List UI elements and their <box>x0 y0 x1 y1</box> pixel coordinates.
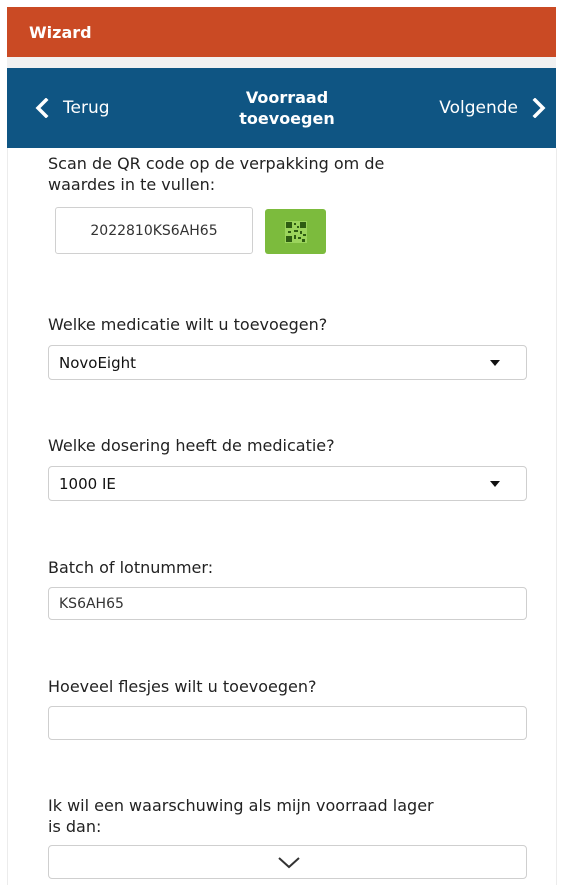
qr-code-icon <box>284 220 307 243</box>
quantity-input[interactable] <box>48 706 527 740</box>
qr-code-input[interactable]: 2022810KS6AH65 <box>55 207 253 254</box>
medication-select[interactable]: NovoEight <box>48 345 527 380</box>
caret-down-icon <box>490 480 500 487</box>
page-title-line1: Voorraad <box>245 88 329 107</box>
dosage-selected-value: 1000 IE <box>59 474 116 493</box>
dosage-select[interactable]: 1000 IE <box>48 466 527 501</box>
wizard-nav-bar: Terug Voorraad toevoegen Volgende <box>7 68 556 148</box>
caret-down-icon <box>490 359 500 366</box>
back-button[interactable]: Terug <box>33 68 110 148</box>
header-divider <box>7 57 556 68</box>
quantity-label: Hoeveel flesjes wilt u toevoegen? <box>48 677 317 696</box>
scan-qr-button[interactable] <box>265 209 326 254</box>
warning-label: Ik wil een waarschuwing als mijn voorraa… <box>48 795 434 837</box>
chevron-right-icon <box>532 98 546 118</box>
batch-value: KS6AH65 <box>59 595 124 612</box>
chevron-left-icon <box>35 98 49 118</box>
warning-label-line1: Ik wil een waarschuwing als mijn voorraa… <box>48 796 434 815</box>
qr-instruction: Scan de QR code op de verpakking om de w… <box>48 153 384 195</box>
chevron-down-icon[interactable] <box>277 856 301 870</box>
next-button[interactable]: Volgende <box>439 68 548 148</box>
warning-label-line2: is dan: <box>48 817 102 836</box>
page-title: Voorraad toevoegen <box>197 87 377 129</box>
batch-input[interactable]: KS6AH65 <box>48 587 527 620</box>
next-label: Volgende <box>439 98 518 118</box>
medication-selected-value: NovoEight <box>59 353 137 372</box>
qr-instruction-line1: Scan de QR code op de verpakking om de <box>48 154 385 173</box>
app-title: Wizard <box>29 22 92 42</box>
page-title-line2: toevoegen <box>239 109 335 128</box>
back-label: Terug <box>63 98 110 118</box>
batch-label: Batch of lotnummer: <box>48 558 214 577</box>
app-header: Wizard <box>7 7 556 57</box>
medication-label: Welke medicatie wilt u toevoegen? <box>48 315 328 334</box>
qr-instruction-line2: waardes in te vullen: <box>48 175 216 194</box>
qr-code-value: 2022810KS6AH65 <box>90 222 218 239</box>
right-border <box>556 148 557 885</box>
left-border <box>7 148 8 885</box>
dosage-label: Welke dosering heeft de medicatie? <box>48 436 335 455</box>
